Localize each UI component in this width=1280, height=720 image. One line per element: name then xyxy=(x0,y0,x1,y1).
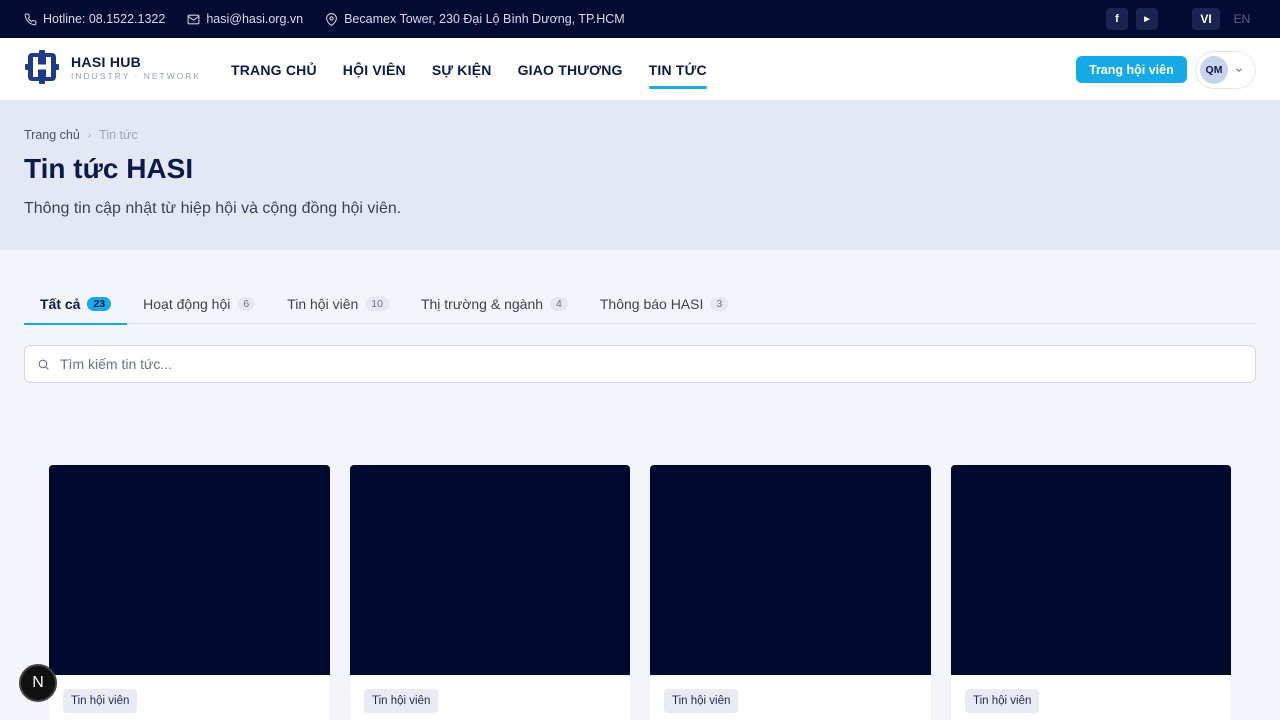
search-icon xyxy=(38,359,49,370)
logo[interactable]: HASI HUB INDUSTRY · NETWORK xyxy=(25,50,201,84)
address-text: Becamex Tower, 230 Đại Lộ Bình Dương, TP… xyxy=(344,12,625,26)
tab-market-industry[interactable]: Thị trường & ngành 4 xyxy=(405,284,584,324)
chevron-down-icon xyxy=(1236,68,1242,72)
news-card[interactable]: Tin hội viên xyxy=(350,465,630,720)
tab-member-news[interactable]: Tin hội viên 10 xyxy=(271,284,405,324)
tab-count-badge: 10 xyxy=(365,297,389,311)
news-card-image xyxy=(49,465,330,675)
hasi-logo-icon xyxy=(25,50,59,84)
nav-item-news[interactable]: TIN TỨC xyxy=(648,38,707,101)
news-card[interactable]: Tin hội viên xyxy=(650,465,931,720)
news-card-image xyxy=(650,465,931,675)
page-header: Trang chủ › Tin tức Tin tức HASI Thông t… xyxy=(0,101,1280,250)
tab-label: Thông báo HASI xyxy=(599,296,704,312)
top-info-bar: Hotline: 08.1522.1322 hasi@hasi.org.vn B… xyxy=(0,0,1280,38)
page-subtitle: Thông tin cập nhật từ hiệp hội và cộng đ… xyxy=(24,200,402,217)
nav-item-trade[interactable]: GIAO THƯƠNG xyxy=(518,38,623,101)
news-card[interactable]: Tin hội viên xyxy=(951,465,1231,720)
nav-item-events[interactable]: SỰ KIỆN xyxy=(432,38,492,101)
tab-label: Tất cả xyxy=(40,296,81,312)
tab-hasi-announcements[interactable]: Thông báo HASI 3 xyxy=(584,284,744,324)
avatar: QM xyxy=(1200,56,1228,84)
breadcrumb: Trang chủ › Tin tức xyxy=(24,128,138,142)
chevron-right-icon: › xyxy=(87,129,92,141)
tab-label: Hoạt động hội xyxy=(143,296,231,312)
lang-en-button[interactable]: EN xyxy=(1228,8,1256,30)
tab-label: Tin hội viên xyxy=(287,296,359,312)
user-menu[interactable]: QM xyxy=(1195,51,1256,89)
facebook-icon[interactable]: f xyxy=(1106,8,1128,30)
tab-label: Thị trường & ngành xyxy=(420,296,544,312)
search-input[interactable] xyxy=(60,356,1210,372)
youtube-icon[interactable]: ▶ xyxy=(1136,8,1158,30)
map-pin-icon xyxy=(326,12,338,26)
tab-count-badge: 4 xyxy=(550,297,568,311)
news-card-category: Tin hội viên xyxy=(664,689,739,713)
lang-vi-button[interactable]: VI xyxy=(1192,8,1220,30)
news-card-category: Tin hội viên xyxy=(63,689,138,713)
tab-count-badge: 6 xyxy=(237,297,256,311)
news-card-image xyxy=(350,465,630,675)
news-card-category: Tin hội viên xyxy=(364,689,439,713)
breadcrumb-home[interactable]: Trang chủ xyxy=(24,128,80,142)
breadcrumb-current: Tin tức xyxy=(99,128,138,142)
email-text: hasi@hasi.org.vn xyxy=(206,12,304,26)
nextjs-dev-indicator-button[interactable]: N xyxy=(19,664,57,702)
mail-icon xyxy=(187,14,200,24)
phone-icon xyxy=(24,13,37,25)
page-title: Tin tức HASI xyxy=(24,153,194,184)
nav-menu: TRANG CHỦ HỘI VIÊN SỰ KIỆN GIAO THƯƠNG T… xyxy=(231,38,707,101)
hotline[interactable]: Hotline: 08.1522.1322 xyxy=(24,12,165,26)
news-card-image xyxy=(951,465,1231,675)
search-box xyxy=(24,345,1256,383)
nav-item-members[interactable]: HỘI VIÊN xyxy=(343,38,406,101)
news-card[interactable]: Tin hội viên xyxy=(49,465,330,720)
nav-item-home[interactable]: TRANG CHỦ xyxy=(231,38,317,101)
category-tabs: Tất cả 23 Hoạt động hội 6 Tin hội viên 1… xyxy=(24,284,1256,325)
logo-name: HASI HUB xyxy=(71,53,142,70)
email-link[interactable]: hasi@hasi.org.vn xyxy=(187,12,303,26)
tab-all[interactable]: Tất cả 23 xyxy=(24,284,128,325)
hotline-text: Hotline: 08.1522.1322 xyxy=(43,12,166,26)
tab-count-badge: 23 xyxy=(87,297,112,311)
member-page-button[interactable]: Trang hội viên xyxy=(1076,56,1187,83)
news-card-category: Tin hội viên xyxy=(965,689,1040,713)
main-nav: HASI HUB INDUSTRY · NETWORK TRANG CHỦ HỘ… xyxy=(0,38,1280,101)
tab-association-activities[interactable]: Hoạt động hội 6 xyxy=(127,284,271,324)
address: Becamex Tower, 230 Đại Lộ Bình Dương, TP… xyxy=(325,12,625,26)
tab-count-badge: 3 xyxy=(710,297,729,311)
logo-tagline: INDUSTRY · NETWORK xyxy=(71,70,202,81)
